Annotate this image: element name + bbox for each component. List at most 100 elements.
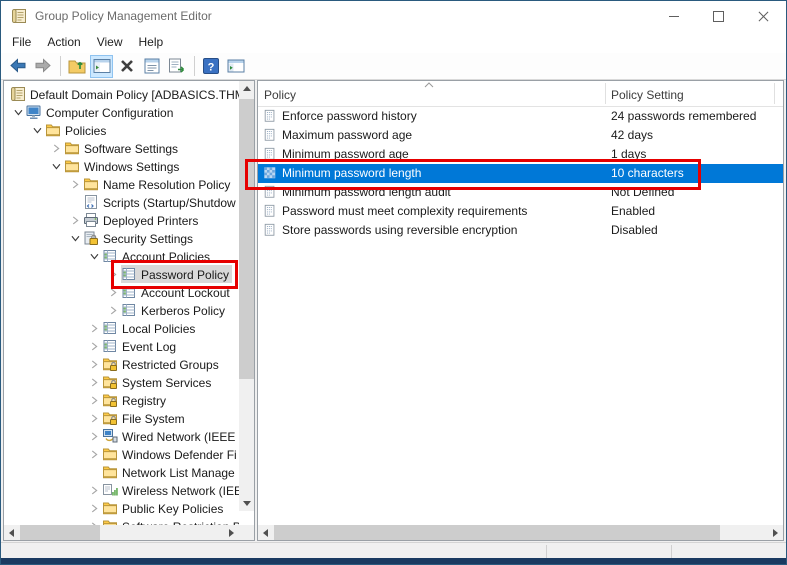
tree-item-windows-settings[interactable]: Windows Settings (5, 157, 239, 175)
menu-action[interactable]: Action (39, 31, 88, 53)
horizontal-scroll-thumb[interactable] (20, 525, 100, 540)
chevron-right-icon[interactable] (86, 374, 102, 390)
list-row-enforce-password-history[interactable]: Enforce password history 24 passwords re… (258, 107, 783, 126)
tree-item-public-key-policies[interactable]: Public Key Policies (5, 499, 239, 517)
list-row-reversible-encryption[interactable]: Store passwords using reversible encrypt… (258, 221, 783, 240)
list-row-password-complexity[interactable]: Password must meet complexity requiremen… (258, 202, 783, 221)
chevron-right-icon[interactable] (67, 176, 83, 192)
scroll-down-button[interactable] (239, 496, 254, 511)
tree-item-system-services[interactable]: System Services (5, 373, 239, 391)
chevron-right-icon[interactable] (86, 320, 102, 336)
list-row-minimum-password-age[interactable]: Minimum password age 1 days (258, 145, 783, 164)
close-button[interactable] (741, 1, 786, 31)
chevron-right-icon[interactable] (105, 302, 121, 318)
chevron-right-icon[interactable] (86, 500, 102, 516)
tree-item-account-policies[interactable]: Account Policies (5, 247, 239, 265)
scripts-icon (83, 194, 99, 210)
tree-item-password-policy[interactable]: Password Policy (5, 265, 239, 283)
chevron-right-icon[interactable] (86, 482, 102, 498)
tree-item-local-policies[interactable]: Local Policies (5, 319, 239, 337)
scroll-right-button[interactable] (224, 525, 239, 540)
column-divider[interactable] (605, 83, 606, 104)
tree-item-wireless-network[interactable]: Wireless Network (IEE (5, 481, 239, 499)
list-row-minimum-password-length[interactable]: Minimum password length 10 characters (258, 164, 783, 183)
tree-item-account-lockout-policy[interactable]: Account Lockout (5, 283, 239, 301)
scroll-right-button[interactable] (768, 525, 783, 540)
chevron-down-icon[interactable] (10, 104, 26, 120)
chevron-right-icon[interactable] (86, 356, 102, 372)
menubar: File Action View Help (1, 31, 786, 53)
column-header-policy-setting[interactable]: Policy Setting (611, 87, 684, 103)
minimize-icon (669, 16, 679, 17)
forward-button[interactable] (31, 55, 54, 78)
delete-button[interactable] (115, 55, 138, 78)
tree-item-security-settings[interactable]: Security Settings (5, 229, 239, 247)
arrow-right-icon (229, 529, 234, 537)
wired-network-icon (102, 428, 118, 444)
policy-doc-icon (263, 204, 277, 218)
maximize-button[interactable] (696, 1, 741, 31)
chevron-right-icon[interactable] (86, 392, 102, 408)
scroll-up-button[interactable] (239, 81, 254, 96)
tree-item-network-list-manager[interactable]: Network List Manage (5, 463, 239, 481)
chevron-down-icon[interactable] (67, 230, 83, 246)
console-tree: Default Domain Policy [ADBASICS.THM Comp… (5, 81, 239, 526)
chevron-placeholder (67, 194, 83, 210)
policy-doc-icon (263, 109, 277, 123)
horizontal-scroll-thumb[interactable] (274, 525, 720, 540)
scroll-left-button[interactable] (258, 525, 273, 540)
back-button[interactable] (6, 55, 29, 78)
new-window-button[interactable] (224, 55, 247, 78)
scroll-left-button[interactable] (4, 525, 19, 540)
up-one-level-button[interactable] (65, 55, 88, 78)
arrow-left-icon (263, 529, 268, 537)
column-divider[interactable] (774, 83, 775, 104)
tree-item-event-log[interactable]: Event Log (5, 337, 239, 355)
column-header-policy[interactable]: Policy (264, 87, 296, 103)
chevron-right-icon[interactable] (86, 338, 102, 354)
chevron-down-icon[interactable] (48, 158, 64, 174)
tree-item-deployed-printers[interactable]: Deployed Printers (5, 211, 239, 229)
close-icon (758, 11, 769, 22)
arrow-right-icon (773, 529, 778, 537)
tree-item-policies[interactable]: Policies (5, 121, 239, 139)
list-row-maximum-password-age[interactable]: Maximum password age 42 days (258, 126, 783, 145)
properties-icon (142, 56, 162, 76)
tree-item-registry[interactable]: Registry (5, 391, 239, 409)
tree-item-file-system[interactable]: File System (5, 409, 239, 427)
tree-item-name-resolution-policy[interactable]: Name Resolution Policy (5, 175, 239, 193)
chevron-right-icon[interactable] (86, 428, 102, 444)
chevron-down-icon[interactable] (29, 122, 45, 138)
properties-button[interactable] (140, 55, 163, 78)
chevron-right-icon[interactable] (105, 284, 121, 300)
menu-view[interactable]: View (89, 31, 131, 53)
chevron-right-icon[interactable] (86, 446, 102, 462)
tree-item-restricted-groups[interactable]: Restricted Groups (5, 355, 239, 373)
chevron-right-icon[interactable] (105, 266, 121, 282)
tree-item-software-settings[interactable]: Software Settings (5, 139, 239, 157)
tree-item-scripts[interactable]: Scripts (Startup/Shutdow (5, 193, 239, 211)
tree-vertical-scrollbar[interactable] (239, 81, 254, 511)
vertical-scroll-thumb[interactable] (239, 99, 254, 379)
chevron-right-icon[interactable] (86, 410, 102, 426)
menu-file[interactable]: File (4, 31, 39, 53)
minimize-button[interactable] (651, 1, 696, 31)
list-row-minimum-password-length-audit[interactable]: Minimum password length audit Not Define… (258, 183, 783, 202)
help-button[interactable]: ? (199, 55, 222, 78)
chevron-down-icon[interactable] (86, 248, 102, 264)
tree-item-kerberos-policy[interactable]: Kerberos Policy (5, 301, 239, 319)
chevron-right-icon[interactable] (67, 212, 83, 228)
tree-item-computer-configuration[interactable]: Computer Configuration (5, 103, 239, 121)
tree-item-windows-defender-firewall[interactable]: Windows Defender Fi (5, 445, 239, 463)
export-list-button[interactable] (165, 55, 188, 78)
menu-help[interactable]: Help (131, 31, 172, 53)
list-horizontal-scrollbar[interactable] (258, 525, 783, 540)
gpo-scroll-icon (10, 86, 26, 102)
tree-item-wired-network[interactable]: Wired Network (IEEE 8 (5, 427, 239, 445)
window-title: Group Policy Management Editor (35, 1, 212, 31)
tree-horizontal-scrollbar[interactable] (4, 525, 239, 540)
svg-text:?: ? (207, 62, 214, 74)
chevron-right-icon[interactable] (48, 140, 64, 156)
tree-item-default-domain-policy[interactable]: Default Domain Policy [ADBASICS.THM (5, 85, 239, 103)
show-console-tree-button[interactable] (90, 55, 113, 78)
